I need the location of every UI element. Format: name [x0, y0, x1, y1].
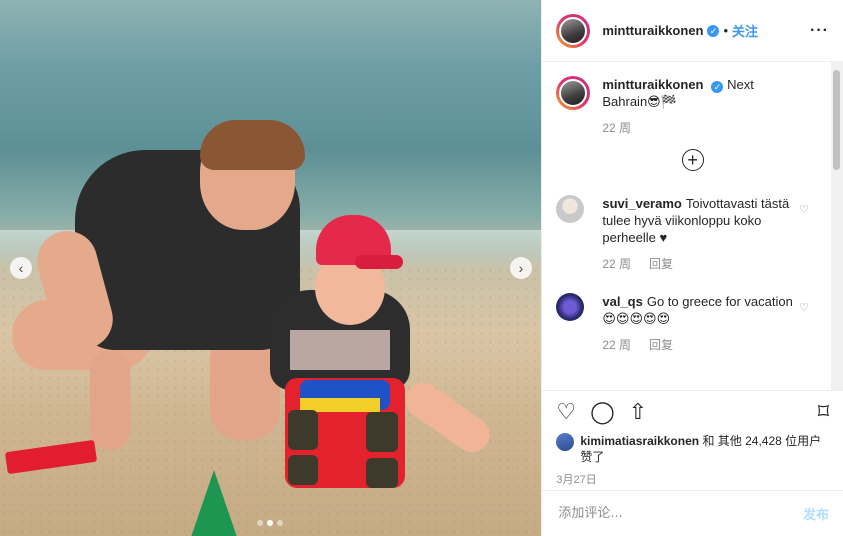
author-username[interactable]: mintturaikkonen [602, 23, 703, 38]
action-bar: ♡ ◯ ⇧ ⌑ [556, 401, 829, 423]
caption-username[interactable]: mintturaikkonen [602, 77, 703, 92]
separator-dot: • [723, 23, 729, 38]
liker-avatar[interactable] [556, 433, 575, 451]
comment-meta: 22 周 回复 [602, 337, 797, 354]
carousel-dot [267, 520, 273, 526]
author-avatar[interactable] [556, 13, 591, 48]
follow-button[interactable]: 关注 [732, 21, 758, 40]
liker-username[interactable]: kimimatiasraikkonen [580, 434, 699, 448]
plus-icon: + [687, 150, 698, 170]
load-more-comments-button[interactable]: + [681, 149, 704, 171]
commenter-avatar[interactable] [556, 195, 585, 223]
post-photo[interactable]: ‹ › [0, 0, 542, 536]
comment-body: val_qs Go to greece for vacation 😍😍😍😍😍 22… [602, 293, 797, 354]
caption-meta: 22 周 [602, 120, 797, 137]
photo-detail [190, 470, 238, 536]
post-sidebar: mintturaikkonen ✓ • 关注 ··· mintturaikkon… [541, 0, 843, 536]
photo-detail [288, 410, 318, 450]
instagram-post: ‹ › mintturaikkonen ✓ • 关注 ··· mintturai… [0, 0, 843, 536]
comment-item: suvi_veramo Toivottavasti tästä tulee hyv… [556, 195, 829, 273]
comment-bubble-icon[interactable]: ◯ [590, 401, 615, 423]
share-icon[interactable]: ⇧ [629, 401, 647, 423]
comment-body: suvi_veramo Toivottavasti tästä tulee hyv… [602, 195, 797, 273]
comment-time[interactable]: 22 周 [602, 256, 631, 273]
chevron-left-icon: ‹ [18, 260, 24, 276]
comments-scrollbar[interactable] [833, 70, 840, 170]
comment-input[interactable] [556, 505, 803, 522]
more-options-button[interactable]: ··· [810, 22, 829, 40]
carousel-dot [257, 520, 263, 526]
post-date[interactable]: 3月27日 [556, 471, 829, 487]
like-heart-icon[interactable]: ♡ [556, 401, 576, 423]
commenter-username[interactable]: suvi_veramo [602, 196, 682, 211]
verified-badge-icon: ✓ [711, 81, 724, 93]
reply-button[interactable]: 回复 [649, 337, 673, 354]
photo-detail [90, 350, 130, 450]
carousel-dot [277, 520, 283, 526]
previous-slide-button[interactable]: ‹ [10, 257, 32, 279]
post-actions: ♡ ◯ ⇧ ⌑ kimimatiasraikkonen 和 其他 24,428 … [542, 390, 843, 490]
post-comment-button[interactable]: 发布 [803, 504, 829, 523]
post-header: mintturaikkonen ✓ • 关注 ··· [542, 0, 843, 62]
carousel-indicator [257, 520, 283, 526]
photo-detail [288, 455, 318, 485]
likes-summary: kimimatiasraikkonen 和 其他 24,428 位用户 赞了 [556, 433, 829, 465]
add-comment-form: 发布 [542, 490, 843, 536]
next-slide-button[interactable]: › [510, 257, 532, 279]
comment-meta: 22 周 回复 [602, 256, 797, 273]
comment-like-heart-icon[interactable]: ♡ [799, 203, 809, 216]
caption-time[interactable]: 22 周 [602, 120, 631, 137]
caption: mintturaikkonen ✓ Next Bahrain😎🏁 22 周 [556, 76, 829, 137]
verified-badge-icon: ✓ [707, 24, 720, 37]
caption-avatar[interactable] [556, 76, 591, 110]
commenter-avatar[interactable] [556, 293, 585, 321]
reply-button[interactable]: 回复 [649, 256, 673, 273]
caption-body: mintturaikkonen ✓ Next Bahrain😎🏁 22 周 [602, 76, 797, 137]
comment-time[interactable]: 22 周 [602, 337, 631, 354]
photo-detail [355, 255, 403, 269]
bookmark-icon[interactable]: ⌑ [818, 401, 829, 423]
avatar [559, 79, 588, 107]
photo-detail [366, 412, 398, 452]
comments-list[interactable]: mintturaikkonen ✓ Next Bahrain😎🏁 22 周 + s… [542, 62, 843, 390]
comment-item: val_qs Go to greece for vacation 😍😍😍😍😍 22… [556, 293, 829, 354]
commenter-username[interactable]: val_qs [602, 294, 642, 309]
comment-like-heart-icon[interactable]: ♡ [799, 301, 809, 314]
chevron-right-icon: › [518, 260, 524, 276]
photo-detail [200, 120, 305, 170]
photo-detail [366, 458, 398, 488]
photo-detail [290, 330, 390, 370]
likes-text-wrap: kimimatiasraikkonen 和 其他 24,428 位用户 赞了 [580, 433, 829, 465]
avatar [559, 16, 588, 45]
